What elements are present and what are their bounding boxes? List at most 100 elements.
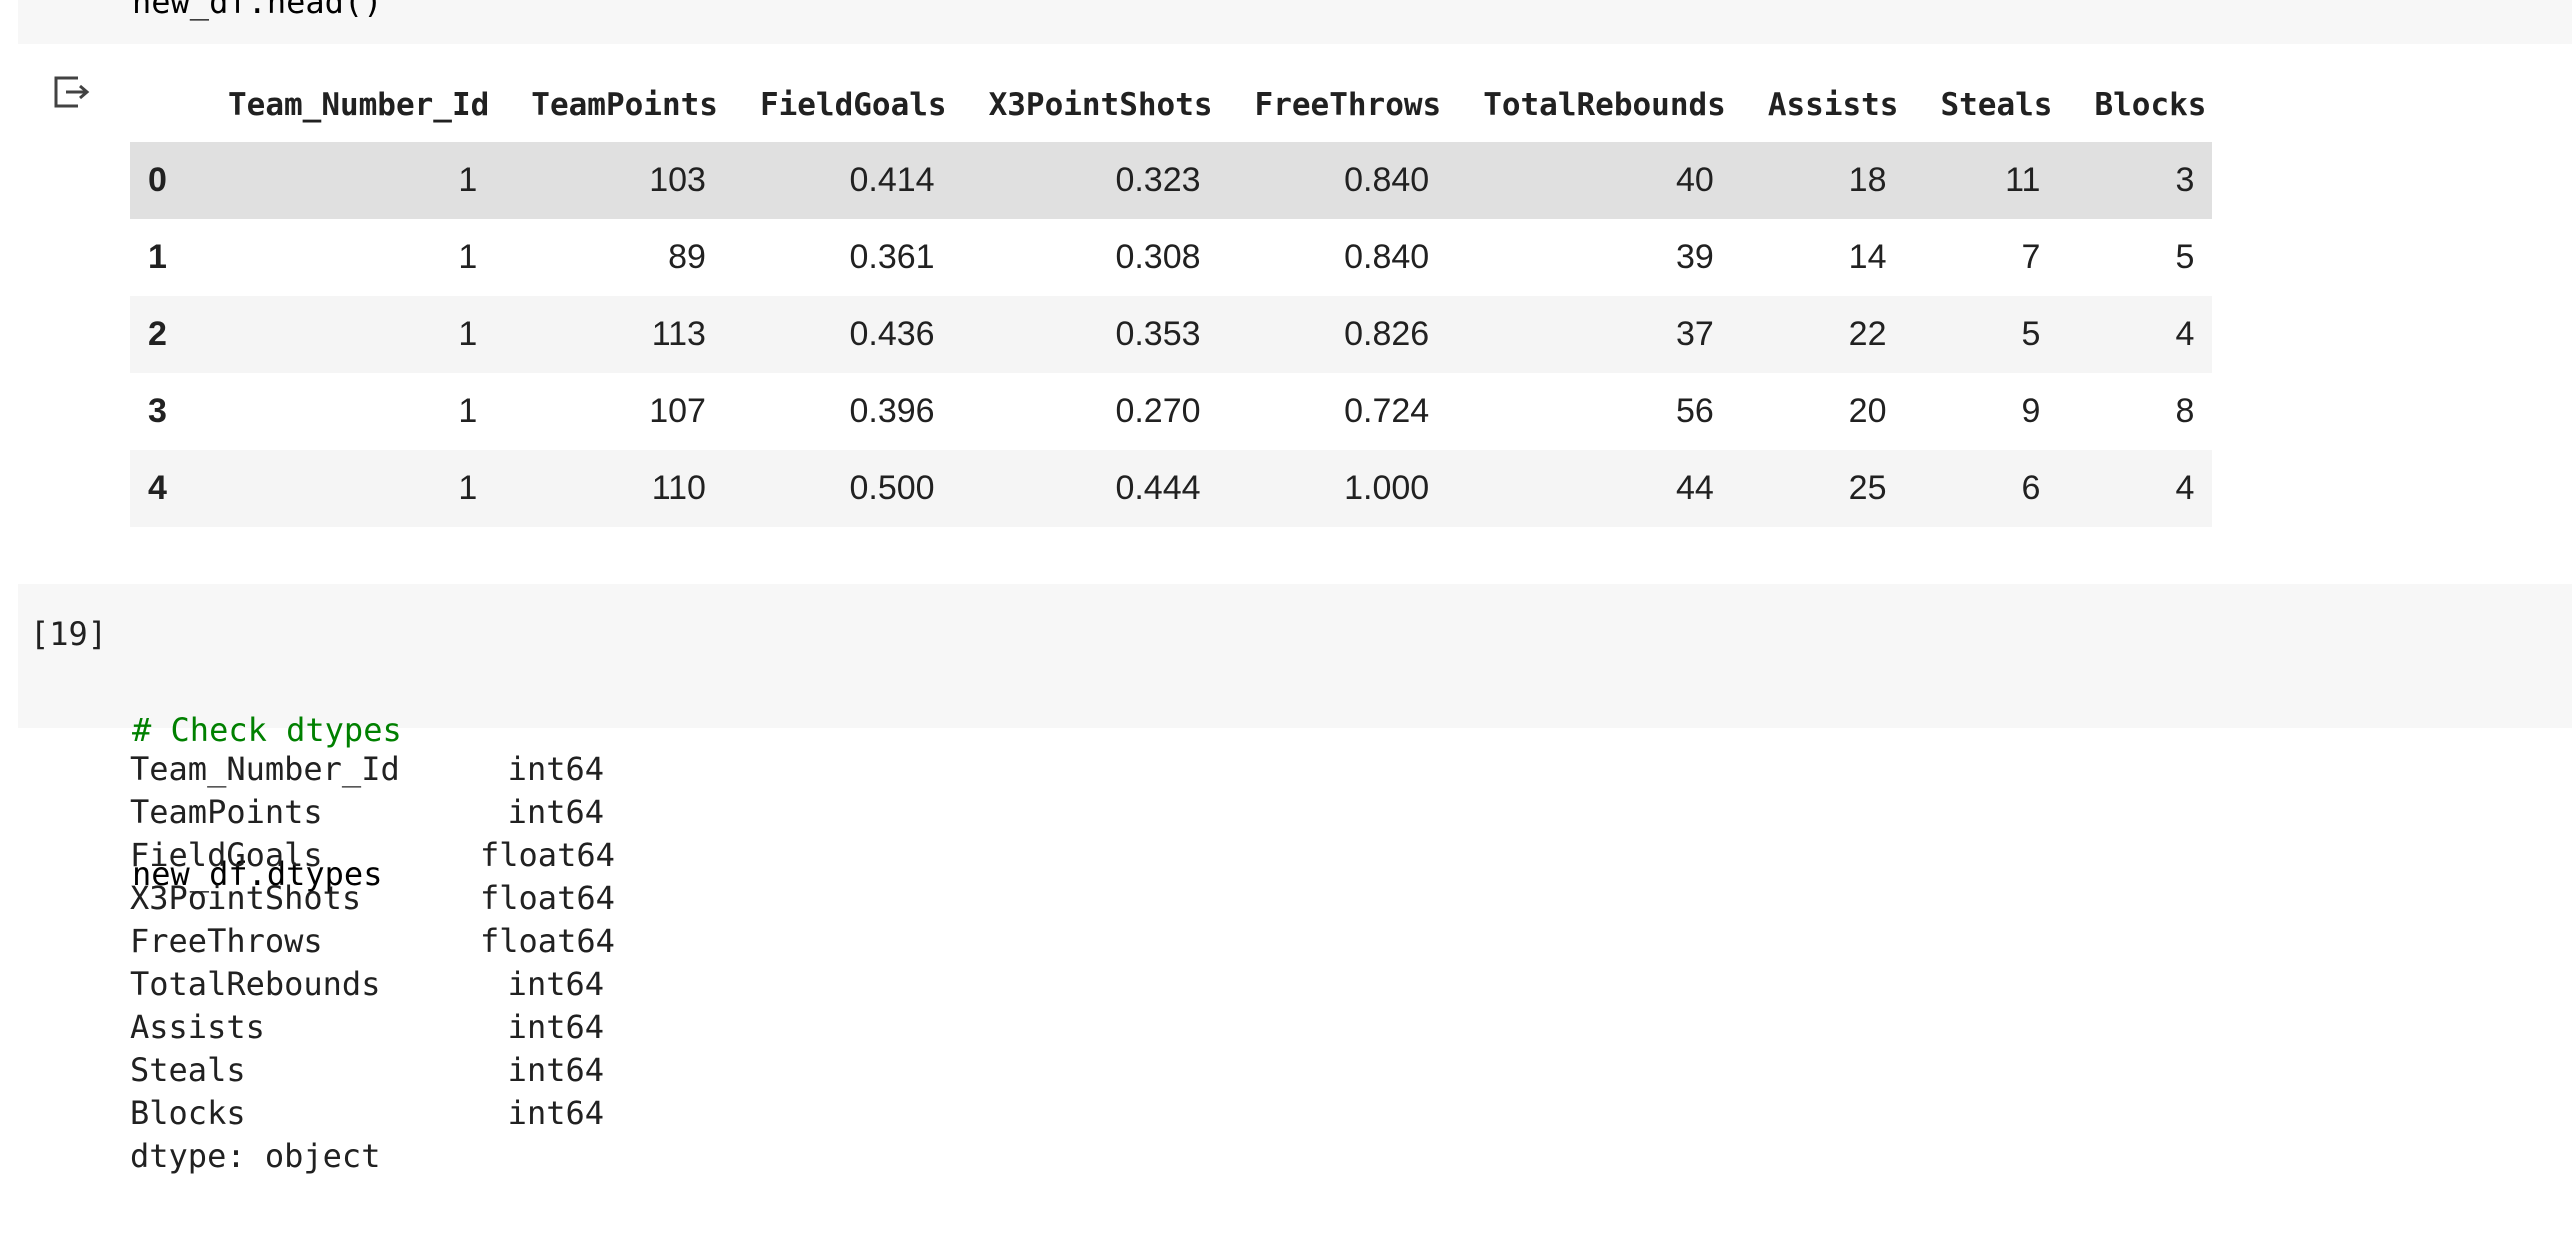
- table-cell: 14: [1848, 238, 1887, 276]
- table-row: 0 1 103 0.414 0.323 0.840 40 18 11 3: [130, 142, 2213, 219]
- table-cell: 25: [1848, 469, 1887, 507]
- table-cell: 9: [2021, 392, 2041, 430]
- table-cell: 89: [668, 238, 706, 276]
- table-cell: 22: [1848, 315, 1887, 353]
- dtypes-output: Team_Number_Id int64 TeamPoints int64 Fi…: [130, 748, 615, 1178]
- table-cell: 6: [2021, 469, 2041, 507]
- table-cell: 20: [1848, 392, 1887, 430]
- table-cell: 0.396: [849, 392, 935, 430]
- dtype-value: int64: [507, 965, 604, 1003]
- table-cell: 0.361: [849, 238, 935, 276]
- row-index: 2: [148, 315, 167, 353]
- table-row: 1 1 89 0.361 0.308 0.840 39 14 7 5: [130, 219, 2213, 296]
- dtype-row: Assists int64: [130, 1006, 604, 1049]
- table-cell: 0.444: [1115, 469, 1201, 507]
- table-cell: 0.840: [1344, 238, 1430, 276]
- table-cell: 1: [458, 315, 478, 353]
- dtype-row: TotalRebounds int64: [130, 963, 604, 1006]
- table-cell: 4: [2175, 315, 2195, 353]
- table-cell: 18: [1848, 161, 1887, 199]
- dtype-value: int64: [507, 1094, 604, 1132]
- column-header: Assists: [1767, 87, 1899, 123]
- table-cell: 0.308: [1115, 238, 1201, 276]
- dtype-value: float64: [480, 922, 615, 960]
- code-line: new_df.head(): [132, 0, 383, 21]
- dtype-footer: dtype: object: [130, 1135, 604, 1178]
- dtype-column-name: FreeThrows: [130, 922, 323, 960]
- dtype-column-name: X3PointShots: [130, 879, 362, 917]
- table-cell: 0.353: [1115, 315, 1201, 353]
- dtype-value: int64: [507, 1051, 604, 1089]
- column-header: X3PointShots: [988, 87, 1213, 123]
- table-cell: 0.500: [849, 469, 935, 507]
- table-cell: 103: [649, 161, 706, 199]
- dtype-row: Steals int64: [130, 1049, 604, 1092]
- table-cell: 0.724: [1344, 392, 1430, 430]
- dtype-column-name: TeamPoints: [130, 793, 323, 831]
- dtype-column-name: Assists: [130, 1008, 265, 1046]
- table-row: 2 1 113 0.436 0.353 0.826 37 22 5 4: [130, 296, 2213, 373]
- table-cell: 5: [2175, 238, 2195, 276]
- code-comment: # Check dtypes: [132, 711, 402, 749]
- dtype-row: FieldGoals float64: [130, 834, 615, 877]
- index-header: [130, 68, 192, 142]
- dtype-row: Blocks int64: [130, 1092, 604, 1135]
- column-header: Steals: [1940, 87, 2053, 123]
- dataframe-table: Team_Number_Id TeamPoints FieldGoals X3P…: [130, 68, 2213, 527]
- dtype-row: TeamPoints int64: [130, 791, 604, 834]
- table-cell: 0.270: [1115, 392, 1201, 430]
- dtype-value: int64: [507, 750, 604, 788]
- row-index: 1: [148, 238, 167, 276]
- column-header: Blocks: [2094, 87, 2207, 123]
- table-cell: 1: [458, 161, 478, 199]
- column-header: TotalRebounds: [1483, 87, 1726, 123]
- table-cell: 11: [2005, 161, 2041, 199]
- table-cell: 37: [1676, 315, 1714, 353]
- header-row: Team_Number_Id TeamPoints FieldGoals X3P…: [130, 68, 2212, 142]
- dataframe-output: Team_Number_Id TeamPoints FieldGoals X3P…: [130, 68, 2213, 527]
- table-cell: 1: [458, 469, 478, 507]
- dtype-footer-text: dtype: object: [130, 1137, 381, 1175]
- column-header: FieldGoals: [759, 87, 947, 123]
- dtype-column-name: FieldGoals: [130, 836, 323, 874]
- table-cell: 4: [2175, 469, 2195, 507]
- column-header: Team_Number_Id: [228, 87, 490, 123]
- dtype-value: int64: [507, 793, 604, 831]
- table-row: 3 1 107 0.396 0.270 0.724 56 20 9 8: [130, 373, 2213, 450]
- row-index: 3: [148, 392, 167, 430]
- dtype-row: FreeThrows float64: [130, 920, 615, 963]
- table-cell: 107: [649, 392, 706, 430]
- table-cell: 39: [1676, 238, 1714, 276]
- table-cell: 8: [2175, 392, 2195, 430]
- dtype-column-name: Blocks: [130, 1094, 246, 1132]
- code-cell-head[interactable]: new_df.head(): [18, 0, 2572, 44]
- table-cell: 44: [1676, 469, 1714, 507]
- table-cell: 113: [651, 315, 706, 353]
- table-cell: 0.323: [1115, 161, 1201, 199]
- dtype-value: int64: [507, 1008, 604, 1046]
- table-cell: 3: [2175, 161, 2195, 199]
- code-cell[interactable]: [19] # Check dtypes new_df.dtypes: [18, 584, 2572, 893]
- row-index: 0: [148, 161, 167, 199]
- table-cell: 7: [2021, 238, 2041, 276]
- column-header: TeamPoints: [531, 87, 718, 123]
- row-index: 4: [148, 469, 167, 507]
- dtype-column-name: Team_Number_Id: [130, 750, 400, 788]
- column-header: FreeThrows: [1254, 87, 1442, 123]
- table-cell: 1: [458, 392, 478, 430]
- dtype-row: X3PointShots float64: [130, 877, 615, 920]
- dtype-row: Team_Number_Id int64: [130, 748, 604, 791]
- table-cell: 56: [1676, 392, 1714, 430]
- dtype-column-name: Steals: [130, 1051, 246, 1089]
- table-cell: 0.414: [849, 161, 935, 199]
- table-cell: 40: [1676, 161, 1714, 199]
- table-row: 4 1 110 0.500 0.444 1.000 44 25 6 4: [130, 450, 2213, 527]
- dtype-value: float64: [480, 879, 615, 917]
- table-cell: 110: [651, 469, 706, 507]
- table-cell: 0.826: [1344, 315, 1430, 353]
- execution-count: [19]: [30, 615, 108, 653]
- output-redirect-icon[interactable]: [52, 72, 92, 112]
- table-cell: 1.000: [1344, 469, 1430, 507]
- dtype-value: float64: [480, 836, 615, 874]
- dtype-column-name: TotalRebounds: [130, 965, 381, 1003]
